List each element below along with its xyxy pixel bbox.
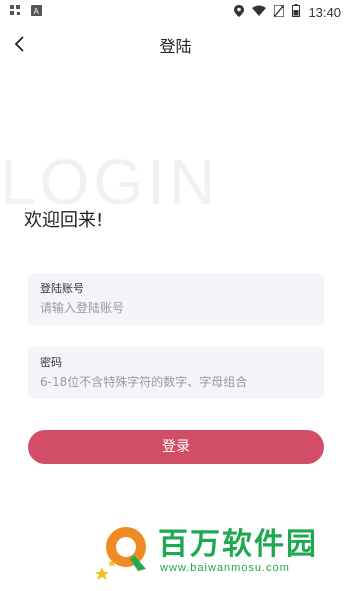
watermark-url: www.baiwanmosu.com [160, 562, 290, 574]
account-field: 登陆账号 [28, 273, 324, 325]
password-field: 密码 [28, 347, 324, 399]
password-input[interactable] [40, 373, 315, 391]
no-sim-icon [273, 3, 286, 20]
status-bar: A 13:40 [0, 0, 351, 24]
clock: 13:40 [308, 4, 341, 20]
location-icon [234, 4, 245, 20]
watermark: 百万软件园 www.baiwanmosu.com [90, 517, 345, 587]
notification-icon [10, 5, 21, 19]
wifi-icon [252, 5, 267, 19]
password-label: 密码 [40, 356, 62, 369]
app-bar: 登陆 [0, 24, 351, 64]
welcome-heading: 欢迎回来! [24, 210, 104, 231]
battery-icon [292, 4, 301, 20]
page-title: 登陆 [159, 37, 192, 56]
font-icon: A [31, 5, 42, 19]
watermark-title: 百万软件园 [158, 527, 318, 562]
account-label: 登陆账号 [40, 282, 84, 295]
account-input[interactable] [40, 299, 315, 317]
svg-text:A: A [34, 7, 40, 16]
login-button[interactable]: 登录 [28, 430, 324, 464]
